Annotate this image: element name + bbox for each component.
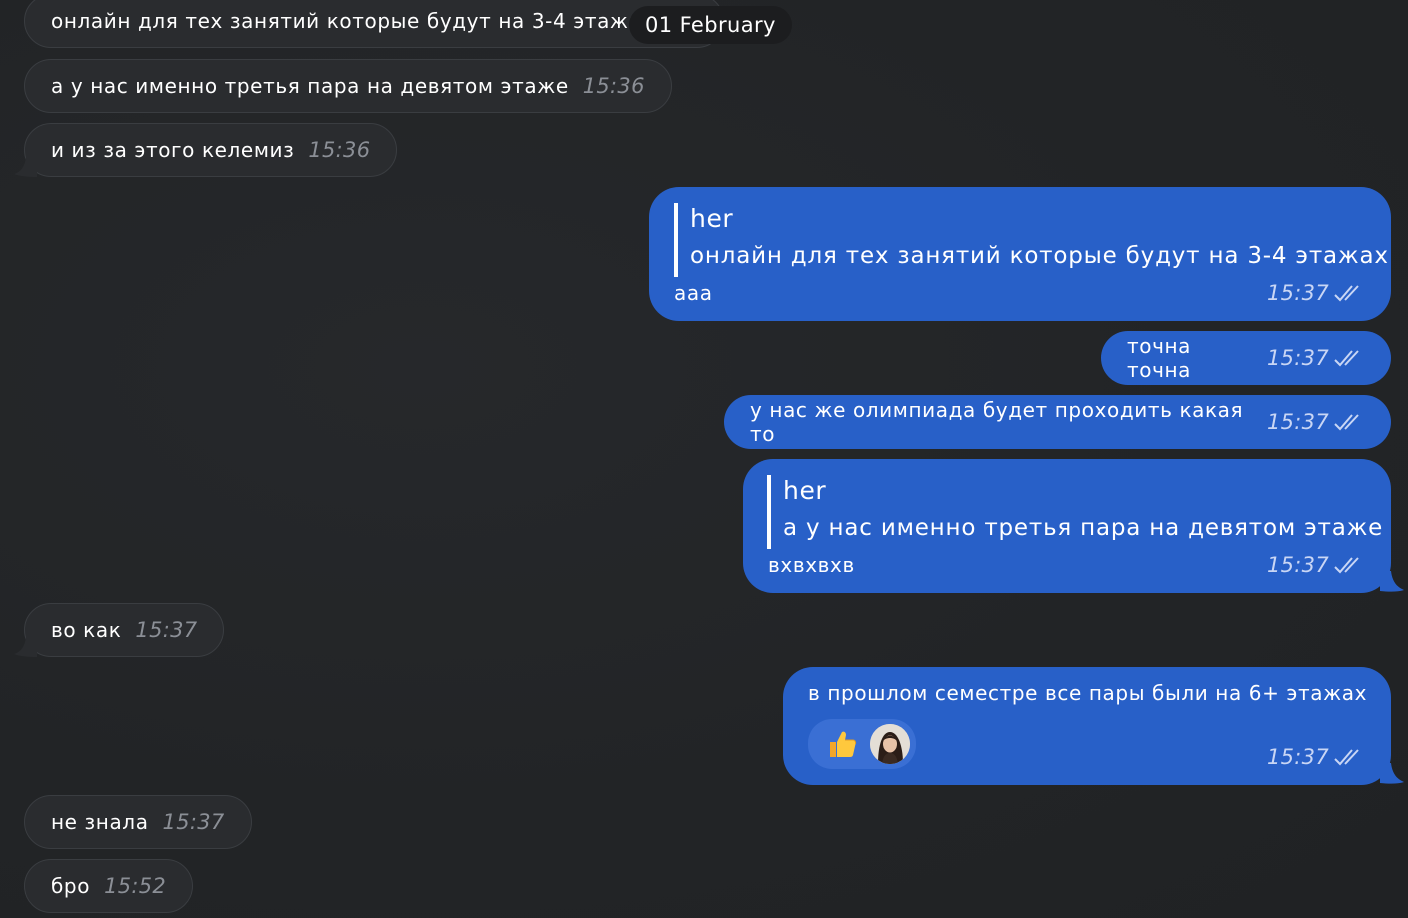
message-text: у нас же олимпиада будет проходить какая… <box>750 398 1244 446</box>
double-check-icon <box>1333 283 1363 303</box>
bubble-tail <box>1380 571 1404 592</box>
message-time: 15:52 <box>104 874 167 898</box>
quote-author: her <box>690 204 734 233</box>
chat-area: онлайн для тех занятий которые будут на … <box>0 0 1408 918</box>
double-check-icon <box>1333 747 1363 767</box>
reply-quote[interactable]: her а у нас именно третья пара на девято… <box>767 475 1383 549</box>
message-text: во как <box>51 618 122 642</box>
message-text: ааа <box>674 281 713 305</box>
message-time: 15:37 <box>1266 745 1329 769</box>
message-text: в прошлом семестре все пары были на 6+ э… <box>808 681 1368 705</box>
incoming-message[interactable]: и из за этого келемиз 15:36 <box>24 123 398 177</box>
date-label: 01 February <box>645 13 776 37</box>
message-text: онлайн для тех занятий которые будут на … <box>51 9 654 33</box>
quote-text: онлайн для тех занятий которые будут на … <box>690 243 1389 269</box>
thumbs-up-icon[interactable] <box>824 726 860 762</box>
message-meta: 15:37 <box>1267 745 1363 769</box>
message-time: 15:37 <box>162 810 225 834</box>
message-text: точна точна <box>1127 334 1192 382</box>
incoming-message[interactable]: во как 15:37 <box>24 603 225 657</box>
incoming-message[interactable]: не знала 15:37 <box>24 795 252 849</box>
bubble-tail <box>1380 763 1404 784</box>
message-text: вхвхвхв <box>768 553 855 577</box>
outgoing-reply-message[interactable]: her а у нас именно третья пара на девято… <box>743 459 1391 593</box>
outgoing-message[interactable]: у нас же олимпиада будет проходить какая… <box>724 395 1391 449</box>
avatar[interactable] <box>870 724 910 764</box>
message-text: а у нас именно третья пара на девятом эт… <box>51 74 569 98</box>
date-separator: 01 February <box>629 6 792 44</box>
message-text: бро <box>51 874 91 898</box>
message-meta: 15:37 <box>1267 281 1363 305</box>
outgoing-reply-message[interactable]: her онлайн для тех занятий которые будут… <box>649 187 1391 321</box>
outgoing-message[interactable]: в прошлом семестре все пары были на 6+ э… <box>783 667 1391 785</box>
reactions-bar[interactable] <box>808 719 916 769</box>
double-check-icon <box>1333 412 1363 432</box>
double-check-icon <box>1333 555 1363 575</box>
message-text: и из за этого келемиз <box>51 138 295 162</box>
message-time: 15:37 <box>1266 553 1329 577</box>
incoming-message[interactable]: онлайн для тех занятий которые будут на … <box>24 0 724 48</box>
incoming-message[interactable]: а у нас именно третья пара на девятом эт… <box>24 59 672 113</box>
message-time: 15:37 <box>1266 346 1329 370</box>
incoming-message[interactable]: бро 15:52 <box>24 859 194 913</box>
quote-author: her <box>783 476 827 505</box>
message-time: 15:36 <box>308 138 371 162</box>
bubble-tail <box>14 637 37 657</box>
double-check-icon <box>1333 348 1363 368</box>
reply-quote[interactable]: her онлайн для тех занятий которые будут… <box>674 203 1389 277</box>
message-text: не знала <box>51 810 149 834</box>
outgoing-message[interactable]: точна точна 15:37 <box>1101 331 1391 385</box>
message-meta: 15:37 <box>1267 553 1363 577</box>
message-time: 15:37 <box>1266 410 1329 434</box>
quote-text: а у нас именно третья пара на девятом эт… <box>783 515 1384 541</box>
bubble-tail <box>14 157 37 177</box>
message-time: 15:37 <box>1266 281 1329 305</box>
message-time: 15:37 <box>135 618 198 642</box>
message-time: 15:36 <box>582 74 645 98</box>
